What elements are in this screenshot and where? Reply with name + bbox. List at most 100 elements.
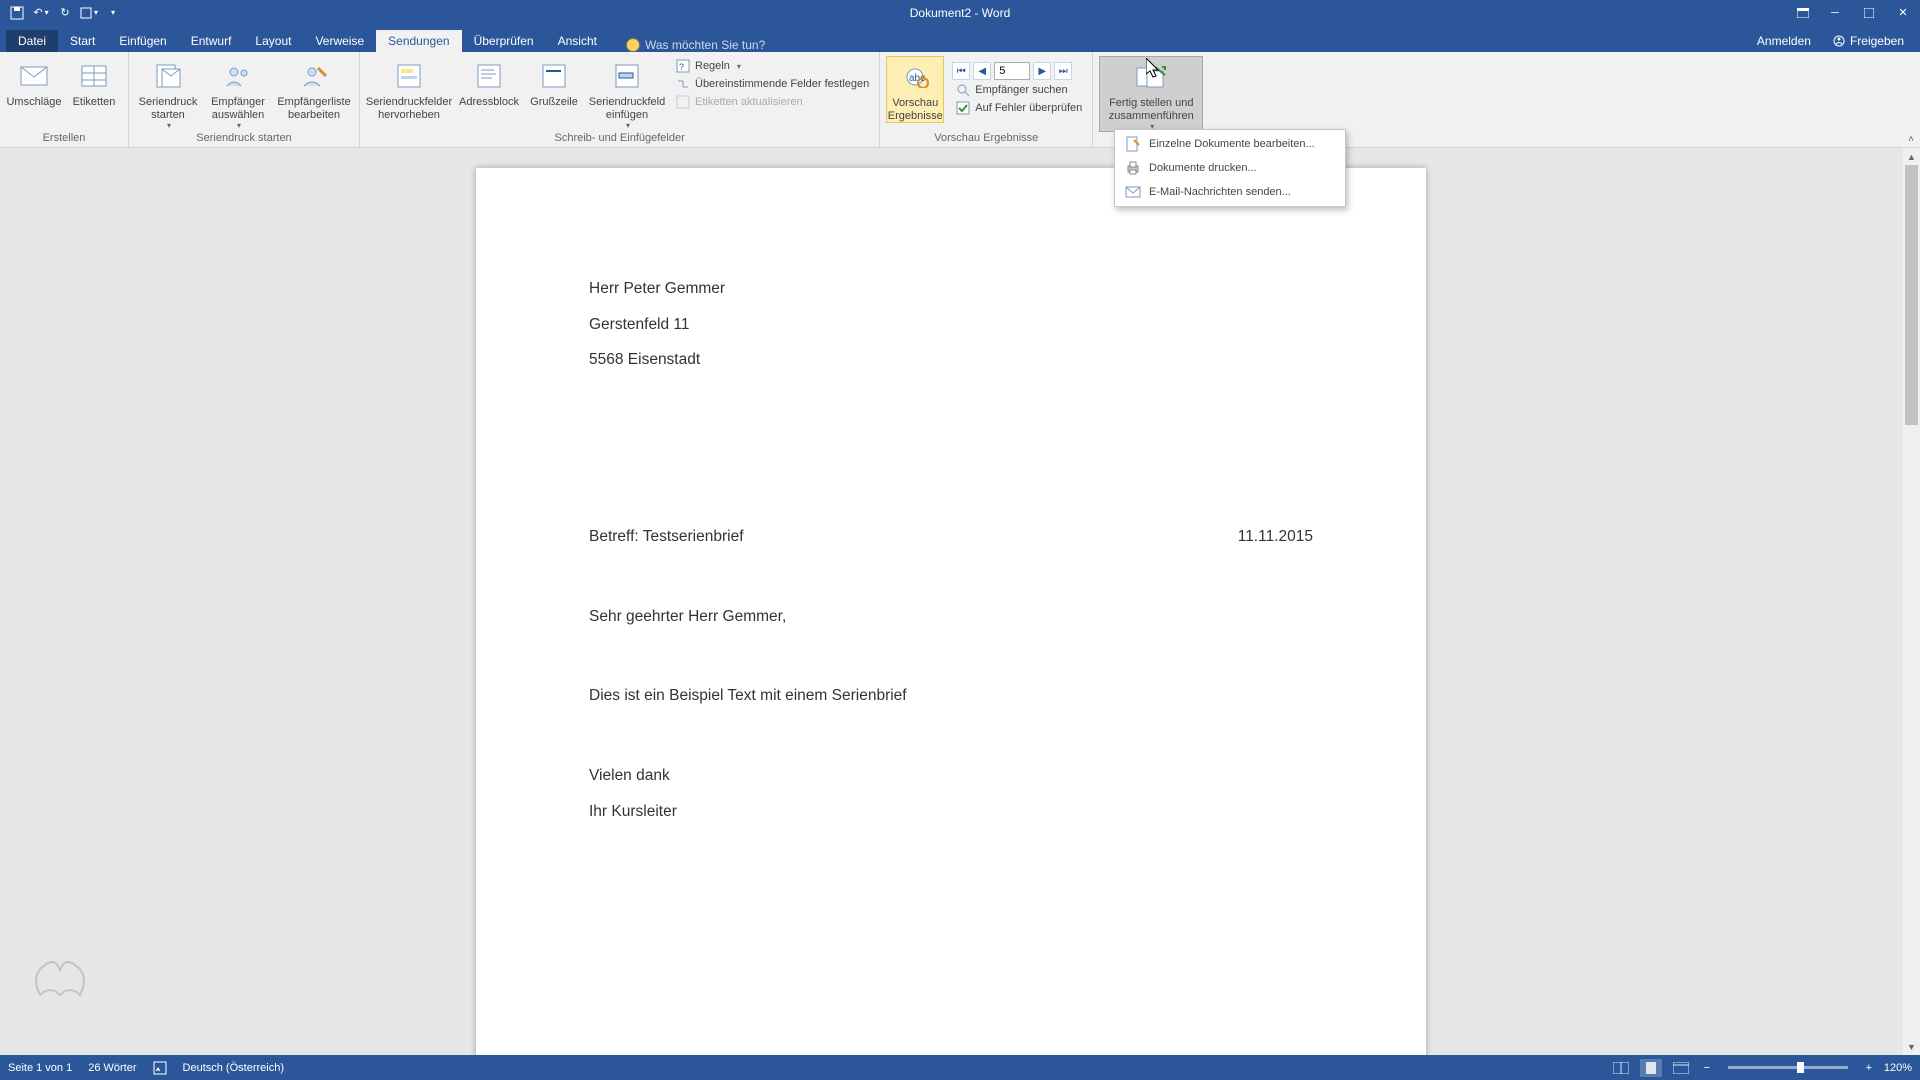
- seriendruckfeld-einfuegen-label: Seriendruckfeld einfügen: [588, 96, 666, 121]
- zoom-out-button[interactable]: −: [1700, 1062, 1714, 1074]
- group-felder: Seriendruckfelder hervorheben Adressbloc…: [360, 52, 880, 147]
- view-read-mode-button[interactable]: [1610, 1059, 1632, 1077]
- fertig-stellen-dropdown: Einzelne Dokumente bearbeiten... Dokumen…: [1114, 129, 1346, 207]
- svg-text:?: ?: [679, 62, 684, 72]
- next-record-button[interactable]: ▶: [1033, 62, 1051, 80]
- redo-button[interactable]: ↻: [56, 4, 74, 22]
- tell-me-placeholder: Was möchten Sie tun?: [645, 38, 765, 52]
- minimize-button[interactable]: ─: [1818, 0, 1852, 25]
- recipient-city: 5568 Eisenstadt: [589, 349, 1313, 371]
- status-page[interactable]: Seite 1 von 1: [8, 1062, 72, 1074]
- etiketten-button[interactable]: Etiketten: [66, 56, 122, 109]
- tab-entwurf[interactable]: Entwurf: [179, 30, 244, 52]
- auf-fehler-label: Auf Fehler überprüfen: [975, 102, 1082, 114]
- etiketten-aktualisieren-label: Etiketten aktualisieren: [695, 96, 803, 108]
- zoom-slider[interactable]: [1728, 1066, 1848, 1069]
- dropdown-item-print-documents[interactable]: Dokumente drucken...: [1115, 156, 1345, 180]
- view-web-layout-button[interactable]: [1670, 1059, 1692, 1077]
- date-line: 11.11.2015: [1238, 526, 1313, 548]
- seriendruckfeld-einfuegen-button[interactable]: Seriendruckfeld einfügen▾: [586, 56, 668, 130]
- empfaenger-auswaehlen-button[interactable]: Empfänger auswählen▾: [205, 56, 271, 130]
- grusszeile-label: Grußzeile: [530, 96, 578, 109]
- undo-button[interactable]: ↶▾: [32, 4, 50, 22]
- group-seriendruck-starten: Seriendruck starten▾ Empfänger auswählen…: [129, 52, 360, 147]
- zoom-in-button[interactable]: +: [1862, 1062, 1876, 1074]
- umschlaege-button[interactable]: Umschläge: [6, 56, 62, 109]
- scroll-thumb[interactable]: [1905, 165, 1918, 425]
- maximize-button[interactable]: [1852, 0, 1886, 25]
- close-button[interactable]: ✕: [1886, 0, 1920, 25]
- print-documents-icon: [1125, 160, 1141, 176]
- auf-fehler-button[interactable]: Auf Fehler überprüfen: [952, 100, 1086, 116]
- finish-merge-icon: [1135, 61, 1167, 93]
- group-seriendruck-starten-label: Seriendruck starten: [135, 131, 353, 145]
- send-email-icon: [1125, 184, 1141, 200]
- tab-start[interactable]: Start: [58, 30, 107, 52]
- tab-sendungen[interactable]: Sendungen: [376, 30, 461, 52]
- zoom-slider-thumb[interactable]: [1797, 1062, 1804, 1073]
- regeln-button[interactable]: ?Regeln▾: [672, 58, 873, 74]
- document-content: Herr Peter Gemmer Gerstenfeld 11 5568 Ei…: [476, 168, 1426, 823]
- fertig-stellen-label: Fertig stellen und zusammenführen: [1102, 97, 1200, 122]
- lightbulb-icon: [627, 39, 639, 51]
- scroll-up-button[interactable]: ▲: [1903, 148, 1920, 165]
- status-bar: Seite 1 von 1 26 Wörter Deutsch (Österre…: [0, 1055, 1920, 1080]
- dropdown-item-edit-documents[interactable]: Einzelne Dokumente bearbeiten...: [1115, 132, 1345, 156]
- adressblock-button[interactable]: Adressblock: [456, 56, 522, 109]
- share-label: Freigeben: [1850, 34, 1904, 48]
- uebereinstimmende-felder-button[interactable]: Übereinstimmende Felder festlegen: [672, 76, 873, 92]
- closing-line-1: Vielen dank: [589, 765, 1313, 787]
- seriendruck-starten-button[interactable]: Seriendruck starten▾: [135, 56, 201, 130]
- status-words[interactable]: 26 Wörter: [88, 1062, 136, 1074]
- salutation-line: Sehr geehrter Herr Gemmer,: [589, 606, 1313, 628]
- record-number-input[interactable]: [994, 62, 1030, 80]
- tab-verweise[interactable]: Verweise: [303, 30, 376, 52]
- window-title: Dokument2 - Word: [910, 6, 1010, 20]
- insert-merge-field-icon: [611, 60, 643, 92]
- etiketten-label: Etiketten: [73, 96, 116, 109]
- view-print-layout-button[interactable]: [1640, 1059, 1662, 1077]
- status-spellcheck-icon[interactable]: [153, 1061, 167, 1075]
- scroll-down-button[interactable]: ▼: [1903, 1038, 1920, 1055]
- grusszeile-button[interactable]: Grußzeile: [526, 56, 582, 109]
- last-record-button[interactable]: ⏭: [1054, 62, 1072, 80]
- document-page[interactable]: Herr Peter Gemmer Gerstenfeld 11 5568 Ei…: [476, 168, 1426, 1055]
- labels-icon: [78, 60, 110, 92]
- highlight-fields-icon: [393, 60, 425, 92]
- tab-einfuegen[interactable]: Einfügen: [107, 30, 178, 52]
- first-record-button[interactable]: ⏮: [952, 62, 970, 80]
- envelope-icon: [18, 60, 50, 92]
- prev-record-button[interactable]: ◀: [973, 62, 991, 80]
- tab-layout[interactable]: Layout: [243, 30, 303, 52]
- qat-customize-button[interactable]: ▾: [104, 4, 122, 22]
- zoom-level[interactable]: 120%: [1884, 1062, 1912, 1074]
- sign-in-button[interactable]: Anmelden: [1749, 30, 1819, 52]
- dropdown-item-edit-label: Einzelne Dokumente bearbeiten...: [1149, 138, 1315, 150]
- status-language[interactable]: Deutsch (Österreich): [183, 1062, 284, 1074]
- vorschau-ergebnisse-button[interactable]: abc Vorschau Ergebnisse: [886, 56, 944, 123]
- subject-line: Betreff: Testserienbrief: [589, 526, 744, 548]
- vertical-scrollbar[interactable]: ▲ ▼: [1903, 148, 1920, 1055]
- empfaengerliste-bearbeiten-button[interactable]: Empfängerliste bearbeiten: [275, 56, 353, 121]
- tab-file[interactable]: Datei: [6, 30, 58, 52]
- dropdown-item-send-email[interactable]: E-Mail-Nachrichten senden...: [1115, 180, 1345, 204]
- collapse-ribbon-button[interactable]: ˄: [1908, 134, 1914, 145]
- closing-line-2: Ihr Kursleiter: [589, 801, 1313, 823]
- save-button[interactable]: [8, 4, 26, 22]
- tell-me-search[interactable]: Was möchten Sie tun?: [617, 38, 775, 52]
- touch-mode-button[interactable]: ▾: [80, 4, 98, 22]
- edit-documents-icon: [1125, 136, 1141, 152]
- empfaenger-suchen-button[interactable]: Empfänger suchen: [952, 82, 1086, 98]
- vorschau-ergebnisse-label: Vorschau Ergebnisse: [888, 97, 943, 122]
- empfaengerliste-bearbeiten-label: Empfängerliste bearbeiten: [277, 96, 351, 121]
- tab-ansicht[interactable]: Ansicht: [546, 30, 609, 52]
- fertig-stellen-button[interactable]: Fertig stellen und zusammenführen▾: [1099, 56, 1203, 132]
- ribbon-display-options-button[interactable]: [1788, 0, 1818, 25]
- share-button[interactable]: Freigeben: [1823, 30, 1914, 52]
- tab-ueberpruefen[interactable]: Überprüfen: [462, 30, 546, 52]
- seriendruckfelder-hervorheben-button[interactable]: Seriendruckfelder hervorheben: [366, 56, 452, 121]
- update-labels-icon: [676, 95, 690, 109]
- group-felder-label: Schreib- und Einfügefelder: [366, 131, 873, 145]
- quick-access-toolbar: ↶▾ ↻ ▾ ▾: [0, 4, 130, 22]
- group-vorschau: abc Vorschau Ergebnisse ⏮ ◀ ▶ ⏭ Empfänge…: [880, 52, 1093, 147]
